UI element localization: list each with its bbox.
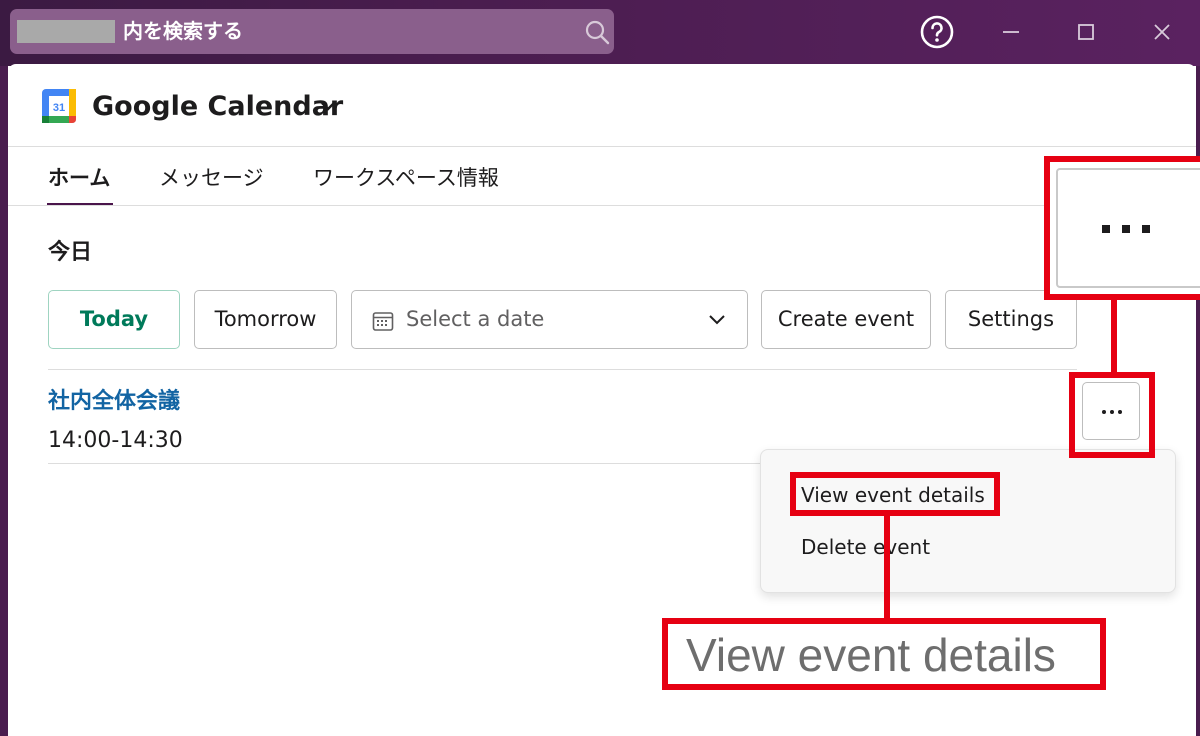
date-select[interactable]: Select a date: [351, 290, 748, 349]
tab-home[interactable]: ホーム: [48, 164, 110, 192]
annotation-zoom-label: View event details: [686, 629, 1056, 681]
date-placeholder: Select a date: [406, 307, 545, 331]
chevron-down-icon[interactable]: [320, 100, 336, 112]
menu-item-delete-event[interactable]: Delete event: [801, 534, 930, 560]
annotation-zoom-more-button: [1044, 156, 1200, 300]
logo-text: 31: [53, 102, 65, 114]
tabs-divider: [8, 205, 1196, 206]
calendar-icon: [372, 312, 394, 331]
help-icon[interactable]: [919, 14, 955, 50]
redacted-workspace-name: [17, 20, 115, 43]
today-button[interactable]: Today: [48, 290, 180, 349]
search-placeholder: 内を検索する: [123, 19, 243, 43]
minimize-icon[interactable]: [993, 14, 1029, 50]
tab-messages[interactable]: メッセージ: [159, 164, 264, 192]
create-event-button[interactable]: Create event: [761, 290, 931, 349]
header-divider: [8, 146, 1196, 147]
window-frame-left: [0, 66, 8, 736]
search-icon[interactable]: [584, 19, 610, 45]
app-title[interactable]: Google Calendar: [92, 90, 343, 124]
annotation-more-button-magnified: [1056, 168, 1200, 288]
maximize-icon[interactable]: [1068, 14, 1104, 50]
row-divider: [48, 369, 1077, 370]
tomorrow-button[interactable]: Tomorrow: [194, 290, 337, 349]
more-horizontal-icon: [1102, 225, 1150, 233]
close-icon[interactable]: [1144, 14, 1180, 50]
event-actions-menu: View event details Delete event: [760, 449, 1176, 593]
annotation-highlight-view-details: [790, 472, 1000, 516]
title-bar: 内を検索する: [0, 0, 1200, 66]
annotation-highlight-more-button: [1069, 372, 1155, 458]
annotation-zoom-view-details: View event details: [662, 618, 1106, 690]
event-title-link[interactable]: 社内全体会議: [48, 387, 180, 417]
chevron-down-icon: [709, 315, 725, 325]
section-heading: 今日: [48, 240, 93, 265]
annotation-connector-line: [1111, 300, 1117, 372]
event-time: 14:00-14:30: [48, 428, 183, 453]
google-calendar-logo-icon: 31: [42, 89, 76, 123]
annotation-connector-line: [884, 516, 890, 618]
tab-workspace-info[interactable]: ワークスペース情報: [313, 164, 499, 192]
search-bar[interactable]: 内を検索する: [10, 9, 614, 54]
